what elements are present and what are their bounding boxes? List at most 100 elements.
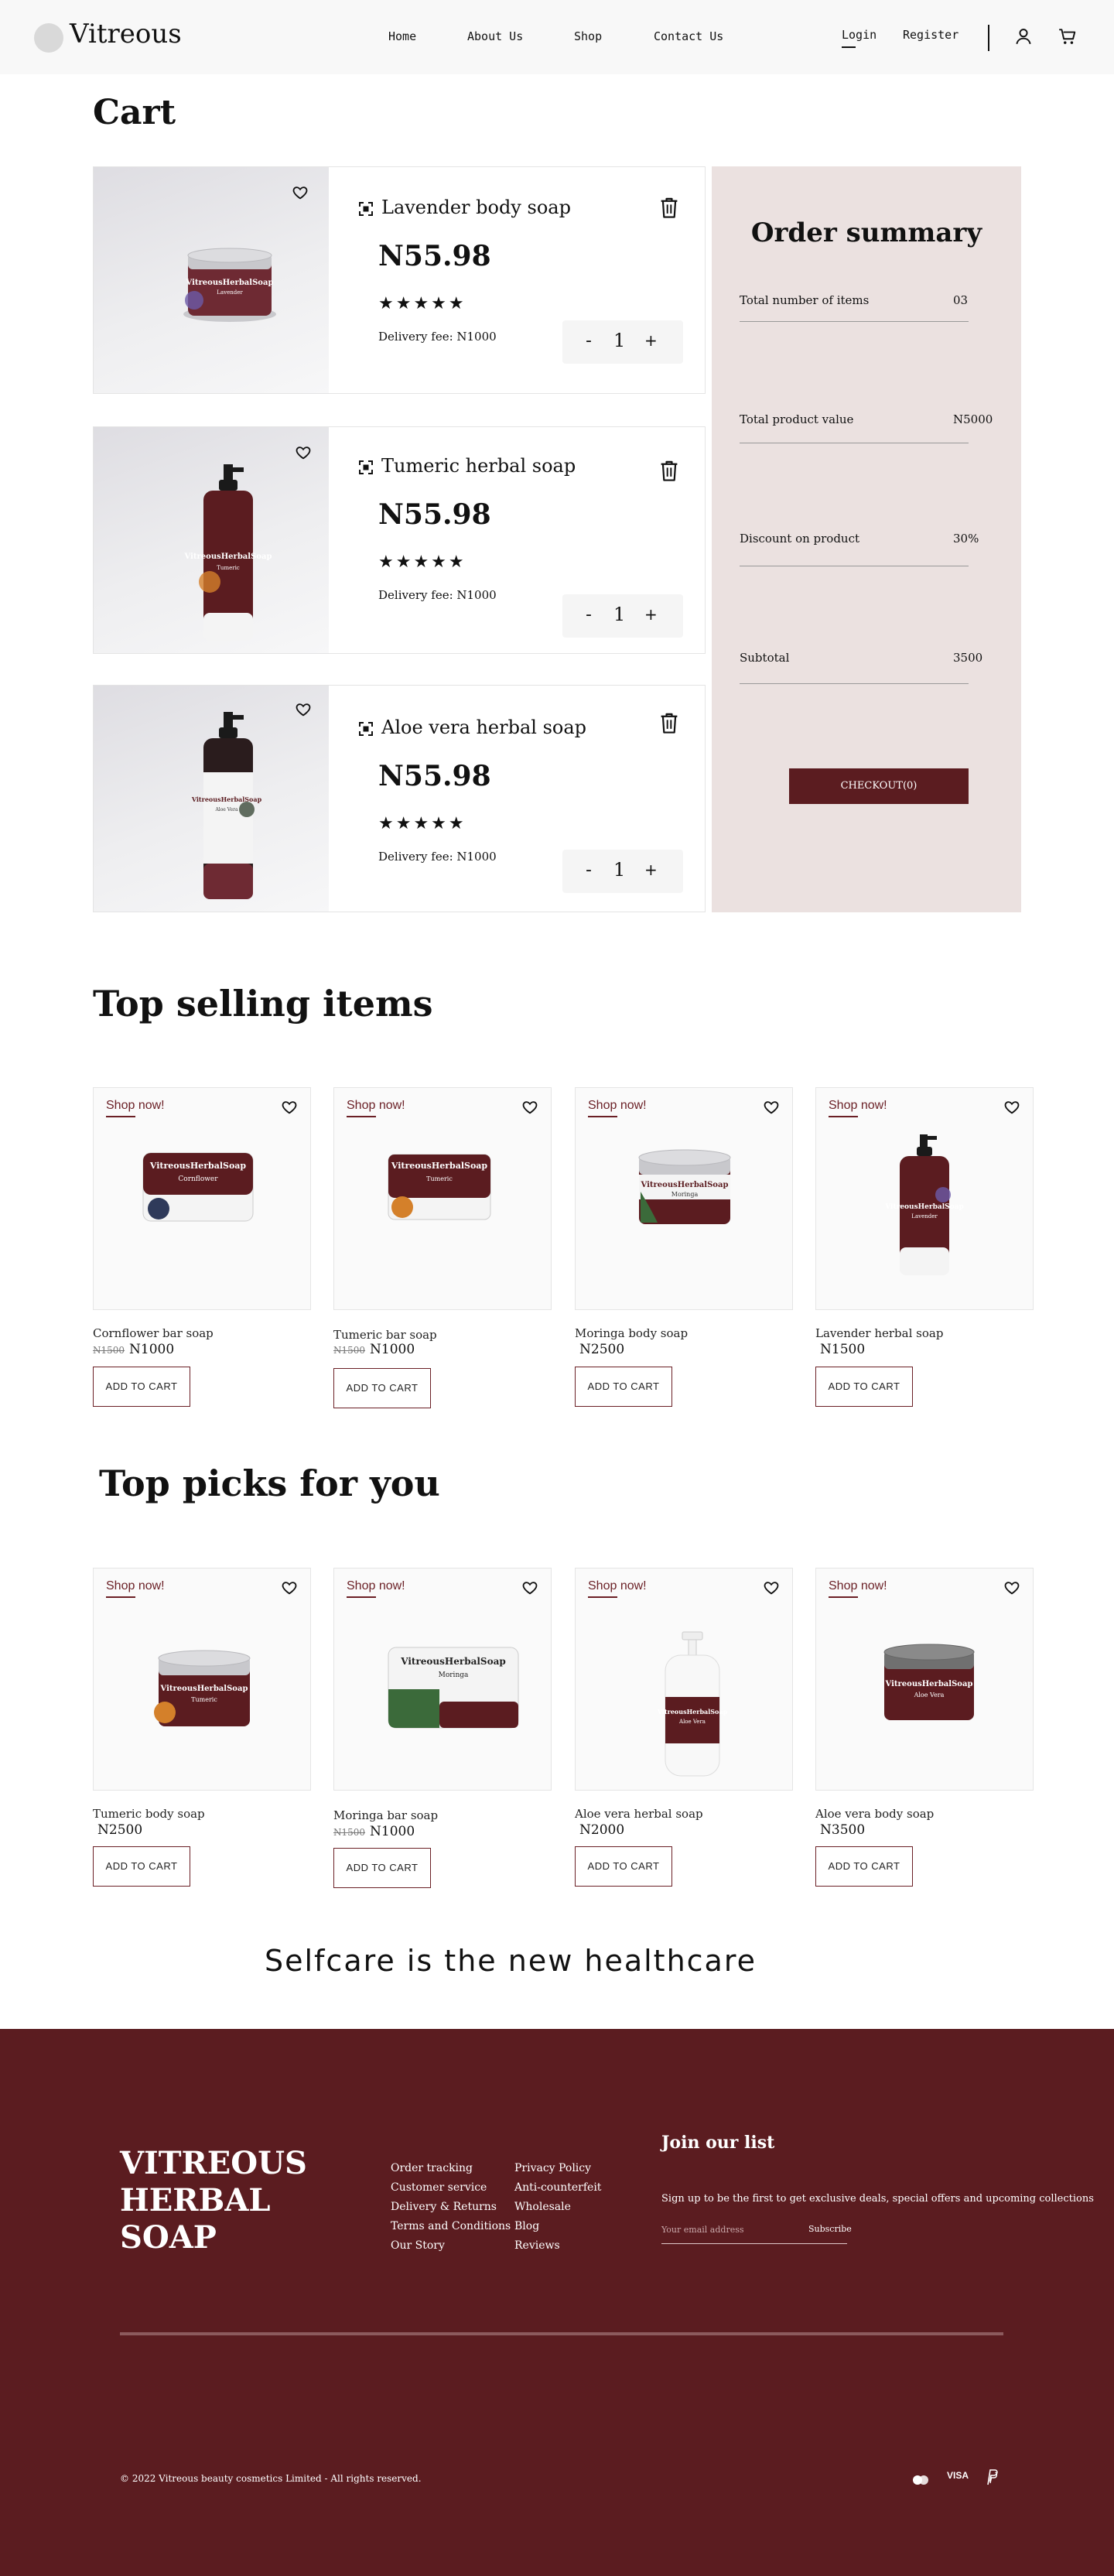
add-to-cart-button[interactable]: ADD TO CART <box>93 1367 190 1407</box>
heart-icon[interactable] <box>763 1099 780 1116</box>
shop-now-link[interactable]: Shop now! <box>347 1099 405 1113</box>
trash-icon[interactable] <box>658 712 680 735</box>
add-to-cart-button[interactable]: ADD TO CART <box>815 1846 913 1887</box>
shop-now-link[interactable]: Shop now! <box>106 1579 165 1593</box>
product-card[interactable]: Shop now! VitreousHerbalSoap Aloe Vera <box>575 1568 793 1791</box>
product-image: VitreousHerbalSoap Lavender <box>94 167 329 393</box>
soap-bottle-image: VitreousHerbalSoap Tumeric <box>184 464 272 641</box>
nav-contact-us[interactable]: Contact Us <box>654 29 723 43</box>
footer: VITREOUS HERBAL SOAP Order tracking Cust… <box>0 2029 1114 2576</box>
add-to-cart-button[interactable]: ADD TO CART <box>815 1367 913 1407</box>
shop-now-underline <box>347 1116 376 1117</box>
nav-home[interactable]: Home <box>388 29 416 43</box>
shop-now-link[interactable]: Shop now! <box>829 1099 887 1113</box>
product-card[interactable]: Shop now! VitreousHerbalSoap Tumeric <box>333 1087 552 1310</box>
shop-now-link[interactable]: Shop now! <box>106 1099 165 1113</box>
shop-now-underline <box>106 1116 135 1117</box>
shop-now-underline <box>347 1596 376 1598</box>
current-price: N2000 <box>579 1822 625 1838</box>
summary-row-label: Total number of items <box>740 293 870 307</box>
top-selling-title: Top selling items <box>93 983 433 1025</box>
add-to-cart-button[interactable]: ADD TO CART <box>575 1367 672 1407</box>
quantity-decrease-button[interactable]: - <box>586 860 592 880</box>
bottle-label-brand: VitreousHerbalSoap <box>657 1708 728 1716</box>
trash-icon[interactable] <box>658 460 680 483</box>
shop-now-link[interactable]: Shop now! <box>588 1579 647 1593</box>
bottle-label-variant: Lavender <box>911 1213 938 1220</box>
footer-link-customer-service[interactable]: Customer service <box>391 2181 487 2194</box>
product-card[interactable]: Shop now! VitreousHerbalSoap Moringa <box>333 1568 552 1791</box>
product-image: VitreousHerbalSoap Tumeric <box>94 427 329 653</box>
trash-icon[interactable] <box>658 197 680 220</box>
current-price: N2500 <box>579 1342 625 1357</box>
footer-link-privacy-policy[interactable]: Privacy Policy <box>514 2162 591 2174</box>
summary-row-label: Total product value <box>740 412 854 426</box>
paypal-icon <box>987 2469 998 2485</box>
shop-now-underline <box>829 1596 858 1598</box>
footer-link-reviews[interactable]: Reviews <box>514 2239 560 2252</box>
soap-bottle-image: VitreousHerbalSoap Lavender <box>884 1134 964 1275</box>
quantity-value: 1 <box>613 330 626 351</box>
user-icon[interactable] <box>1013 26 1034 46</box>
heart-icon[interactable] <box>1003 1099 1020 1116</box>
checkout-button[interactable]: CHECKOUT(0) <box>789 768 969 804</box>
heart-icon[interactable] <box>292 184 309 201</box>
footer-link-our-story[interactable]: Our Story <box>391 2239 445 2252</box>
product-image: VitreousHerbalSoap Aloe Vera <box>94 686 329 912</box>
product-card[interactable]: Shop now! VitreousHerbalSoap Cornflower <box>93 1087 311 1310</box>
delivery-fee: Delivery fee: N1000 <box>378 588 497 602</box>
quantity-increase-button[interactable]: + <box>644 331 658 350</box>
old-price: N1500 <box>333 1345 366 1356</box>
cart-item-info: Lavender body soap N55.98 ★★★★★ Delivery… <box>329 167 705 393</box>
logo-mark[interactable] <box>34 23 63 53</box>
product-card[interactable]: Shop now! VitreousHerbalSoap Tumeric <box>93 1568 311 1791</box>
product-card[interactable]: Shop now! VitreousHerbalSoap Moringa <box>575 1087 793 1310</box>
nav-login[interactable]: Login <box>842 28 877 42</box>
heart-icon[interactable] <box>295 444 312 461</box>
quantity-decrease-button[interactable]: - <box>586 605 592 624</box>
brand-logo[interactable]: Vitreous <box>70 19 182 50</box>
quantity-increase-button[interactable]: + <box>644 860 658 879</box>
star-rating: ★★★★★ <box>378 814 466 833</box>
quantity-increase-button[interactable]: + <box>644 605 658 624</box>
shop-now-link[interactable]: Shop now! <box>829 1579 887 1593</box>
delivery-fee: Delivery fee: N1000 <box>378 330 497 344</box>
product-card[interactable]: Shop now! VitreousHerbalSoap Aloe Vera <box>815 1568 1034 1791</box>
quantity-stepper: - 1 + <box>562 850 683 893</box>
footer-link-wholesale[interactable]: Wholesale <box>514 2201 571 2213</box>
newsletter-email-input[interactable] <box>661 2219 801 2239</box>
footer-link-blog[interactable]: Blog <box>514 2220 539 2232</box>
navbar: Vitreous Home About Us Shop Contact Us L… <box>0 0 1114 74</box>
subscribe-button[interactable]: Subscribe <box>808 2219 852 2239</box>
footer-link-terms[interactable]: Terms and Conditions <box>391 2220 511 2232</box>
footer-brand-line: SOAP <box>120 2219 217 2256</box>
nav-divider <box>988 25 989 51</box>
current-price: N1000 <box>370 1824 415 1839</box>
shop-now-link[interactable]: Shop now! <box>588 1099 647 1113</box>
footer-link-delivery-returns[interactable]: Delivery & Returns <box>391 2201 497 2213</box>
footer-link-anti-counterfeit[interactable]: Anti-counterfeit <box>514 2181 601 2194</box>
footer-link-order-tracking[interactable]: Order tracking <box>391 2162 473 2174</box>
heart-icon[interactable] <box>281 1579 298 1596</box>
heart-icon[interactable] <box>281 1099 298 1116</box>
quantity-decrease-button[interactable]: - <box>586 331 592 351</box>
add-to-cart-button[interactable]: ADD TO CART <box>333 1848 431 1888</box>
product-name: Aloe vera herbal soap <box>575 1807 703 1821</box>
bar-label-variant: Moringa <box>439 1671 469 1679</box>
cart-item: VitreousHerbalSoap Lavender Lavender bod… <box>93 166 706 394</box>
heart-icon[interactable] <box>1003 1579 1020 1596</box>
cart-icon[interactable] <box>1058 26 1078 46</box>
shop-now-link[interactable]: Shop now! <box>347 1579 405 1593</box>
nav-about-us[interactable]: About Us <box>467 29 523 43</box>
nav-register[interactable]: Register <box>903 28 959 42</box>
nav-shop[interactable]: Shop <box>574 29 602 43</box>
product-card[interactable]: Shop now! VitreousHerbalSoap Lavender <box>815 1087 1034 1310</box>
heart-icon[interactable] <box>763 1579 780 1596</box>
heart-icon[interactable] <box>521 1099 538 1116</box>
add-to-cart-button[interactable]: ADD TO CART <box>333 1368 431 1408</box>
soap-tin-image: VitreousHerbalSoap Aloe Vera <box>883 1644 975 1720</box>
heart-icon[interactable] <box>521 1579 538 1596</box>
add-to-cart-button[interactable]: ADD TO CART <box>93 1846 190 1887</box>
heart-icon[interactable] <box>295 701 312 718</box>
add-to-cart-button[interactable]: ADD TO CART <box>575 1846 672 1887</box>
